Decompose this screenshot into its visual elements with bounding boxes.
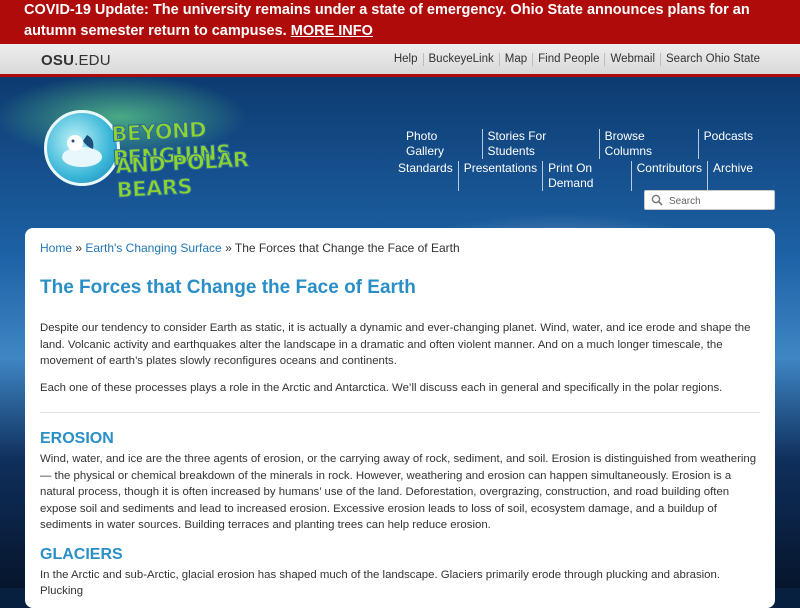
nav-row-2: Standards Presentations Print On Demand … [398, 161, 758, 191]
covid-banner-text: COVID-19 Update: The university remains … [24, 2, 750, 39]
nav-browse-columns[interactable]: Browse Columns [598, 129, 698, 159]
osu-brand-bold: OSU [41, 52, 75, 69]
intro-paragraph-1: Despite our tendency to consider Earth a… [40, 322, 751, 367]
breadcrumb-separator: » [72, 241, 86, 255]
breadcrumb-parent-link[interactable]: Earth's Changing Surface [85, 241, 221, 255]
osu-link-find-people[interactable]: Find People [532, 53, 604, 66]
breadcrumb-current: The Forces that Change the Face of Earth [234, 241, 460, 255]
logo-text-line2: AND POLAR BEARS [114, 147, 250, 203]
content-card: Home » Earth's Changing Surface » The Fo… [25, 228, 775, 608]
section-divider [40, 412, 760, 413]
nav-podcasts[interactable]: Podcasts [697, 129, 758, 159]
covid-banner: COVID-19 Update: The university remains … [0, 0, 800, 44]
search-icon[interactable] [651, 194, 663, 206]
osu-link-map[interactable]: Map [498, 53, 532, 66]
site-navigation: Photo Gallery Stories For Students Brows… [398, 129, 758, 193]
site-logo[interactable]: BEYOND PENGUINS AND POLAR BEARS [42, 104, 282, 203]
nav-contributors[interactable]: Contributors [630, 161, 707, 191]
page-title: The Forces that Change the Face of Earth [40, 277, 416, 298]
osu-edu-link[interactable]: OSU.EDU [41, 52, 111, 69]
breadcrumb-home-link[interactable]: Home [40, 241, 72, 255]
search-box [644, 190, 775, 210]
glaciers-paragraph: In the Arctic and sub-Arctic, glacial er… [40, 568, 721, 598]
penguin-bear-emblem-icon [44, 110, 120, 186]
breadcrumb-separator: » [221, 241, 235, 255]
osu-link-buckeyelink[interactable]: BuckeyeLink [422, 53, 499, 66]
nav-print-on-demand[interactable]: Print On Demand [542, 161, 631, 191]
erosion-paragraph: Wind, water, and ice are the three agent… [40, 453, 757, 531]
osu-link-webmail[interactable]: Webmail [604, 53, 660, 66]
nav-presentations[interactable]: Presentations [457, 161, 542, 191]
nav-stories-for-students[interactable]: Stories For Students [481, 129, 599, 159]
nav-photo-gallery[interactable]: Photo Gallery [406, 129, 482, 159]
glaciers-heading: GLACIERS [40, 545, 123, 563]
nav-standards[interactable]: Standards [398, 161, 458, 191]
osu-links: Help BuckeyeLink Map Find People Webmail… [389, 53, 765, 66]
osu-link-help[interactable]: Help [389, 53, 423, 66]
nav-row-1: Photo Gallery Stories For Students Brows… [398, 129, 758, 159]
nav-archive[interactable]: Archive [706, 161, 758, 191]
intro-paragraph-2: Each one of these processes plays a role… [40, 381, 723, 394]
more-info-link[interactable]: MORE INFO [291, 23, 373, 39]
breadcrumb: Home » Earth's Changing Surface » The Fo… [40, 241, 760, 255]
osu-link-search-ohio-state[interactable]: Search Ohio State [660, 53, 765, 66]
search-input[interactable] [667, 192, 775, 210]
osu-brand-rest: .EDU [74, 52, 111, 69]
erosion-heading: EROSION [40, 430, 114, 447]
osu-header-bar: OSU.EDU Help BuckeyeLink Map Find People… [0, 44, 800, 77]
